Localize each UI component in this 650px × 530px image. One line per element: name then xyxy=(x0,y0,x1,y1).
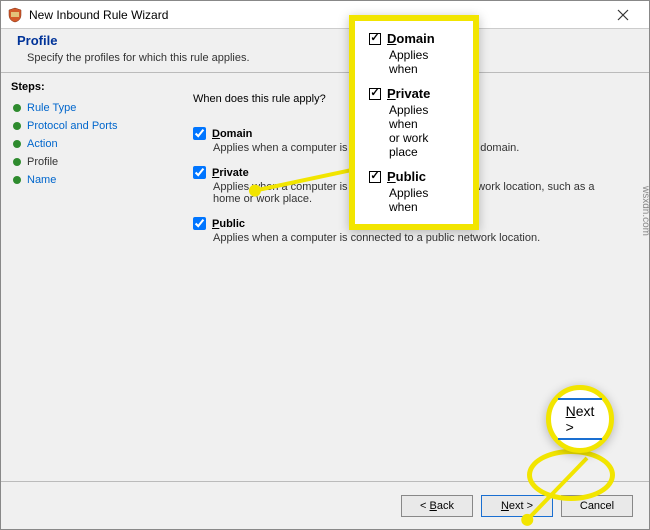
checkbox-domain[interactable] xyxy=(193,127,206,140)
titlebar: New Inbound Rule Wizard xyxy=(1,1,649,29)
shield-icon xyxy=(7,7,23,23)
step-label: Name xyxy=(27,174,56,186)
next-button[interactable]: Next > xyxy=(481,495,553,517)
step-profile[interactable]: Profile xyxy=(11,153,161,171)
bullet-icon xyxy=(13,122,21,130)
checkbox-private-label: Private xyxy=(212,167,249,179)
page-title: Profile xyxy=(17,33,633,48)
checkbox-domain-label: Domain xyxy=(212,128,252,140)
steps-heading: Steps: xyxy=(11,81,161,93)
wizard-window: New Inbound Rule Wizard Profile Specify … xyxy=(0,0,650,530)
steps-sidebar: Steps: Rule Type Protocol and Ports Acti… xyxy=(1,73,171,471)
page-subtitle: Specify the profiles for which this rule… xyxy=(27,52,633,64)
wizard-header: Profile Specify the profiles for which t… xyxy=(1,29,649,72)
step-label: Protocol and Ports xyxy=(27,120,118,132)
public-description: Applies when a computer is connected to … xyxy=(213,232,623,244)
step-action[interactable]: Action xyxy=(11,135,161,153)
step-rule-type[interactable]: Rule Type xyxy=(11,99,161,117)
checkbox-public-label: Public xyxy=(212,218,245,230)
bullet-icon xyxy=(13,158,21,166)
wizard-footer: < Back Next > Cancel xyxy=(1,481,649,529)
step-label: Profile xyxy=(27,156,58,168)
cancel-button[interactable]: Cancel xyxy=(561,495,633,517)
step-label: Rule Type xyxy=(27,102,76,114)
window-title: New Inbound Rule Wizard xyxy=(29,8,603,22)
step-name[interactable]: Name xyxy=(11,171,161,189)
back-button[interactable]: < Back xyxy=(401,495,473,517)
bullet-icon xyxy=(13,104,21,112)
watermark: wsxdn.com xyxy=(640,186,650,236)
checkbox-public[interactable] xyxy=(193,217,206,230)
annotation-next-callout: Next > xyxy=(546,385,614,453)
bullet-icon xyxy=(13,140,21,148)
annotation-profiles-callout: ✓Domain Applies when ✓Private Applies wh… xyxy=(349,15,479,230)
step-label: Action xyxy=(27,138,58,150)
bullet-icon xyxy=(13,176,21,184)
checkbox-private[interactable] xyxy=(193,166,206,179)
close-button[interactable] xyxy=(603,1,643,28)
step-protocol-and-ports[interactable]: Protocol and Ports xyxy=(11,117,161,135)
